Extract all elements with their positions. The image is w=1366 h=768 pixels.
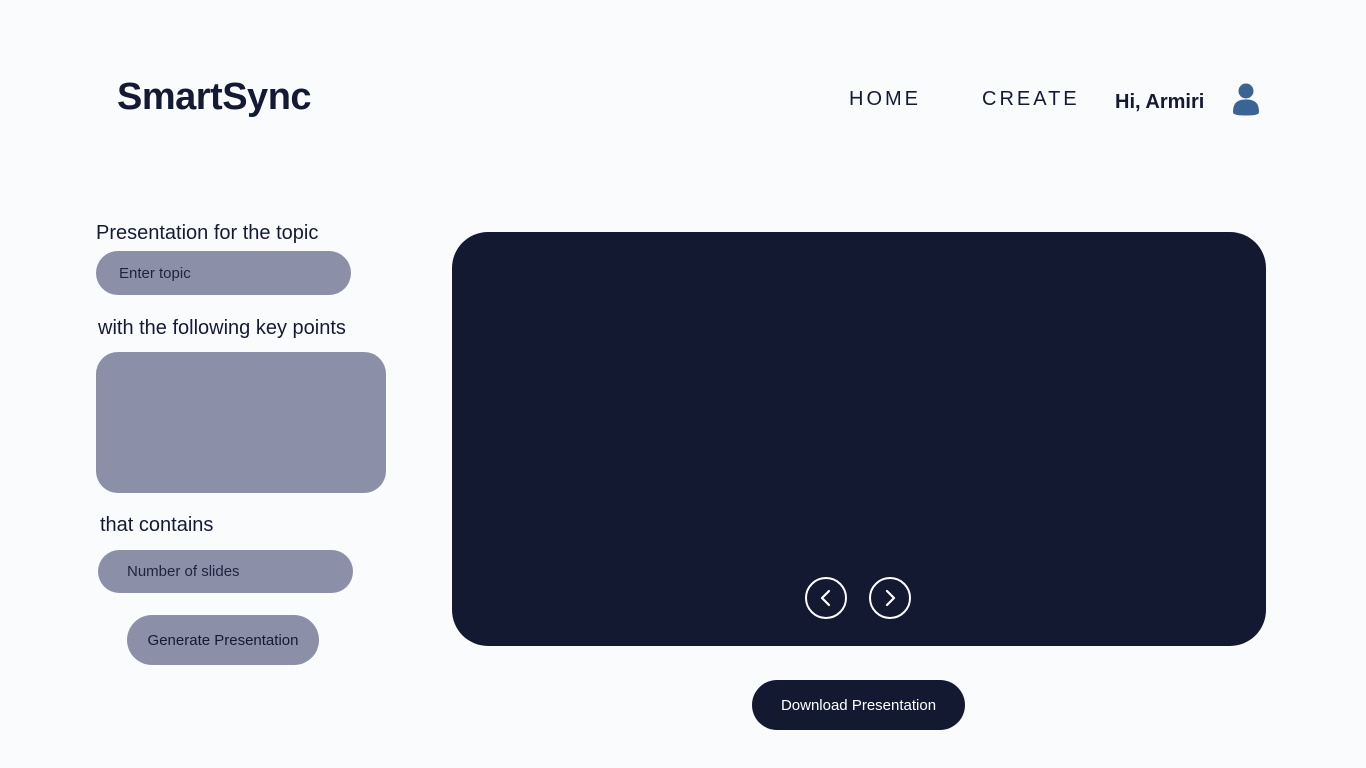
topic-input[interactable] (96, 251, 351, 295)
download-presentation-button[interactable]: Download Presentation (752, 680, 965, 730)
slides-count-input[interactable] (98, 550, 353, 593)
app-logo: SmartSync (117, 76, 312, 118)
generate-presentation-button[interactable]: Generate Presentation (127, 615, 319, 665)
chevron-left-icon (820, 589, 831, 607)
next-slide-button[interactable] (869, 577, 911, 619)
topic-label: Presentation for the topic (96, 222, 319, 244)
previous-slide-button[interactable] (805, 577, 847, 619)
user-icon-graphic (1233, 83, 1259, 116)
page: SmartSync HOME CREATE Hi, Armiri Present… (0, 0, 1366, 768)
nav-home-link[interactable]: HOME (849, 88, 921, 111)
nav-create-link[interactable]: CREATE (982, 88, 1080, 111)
chevron-right-icon (885, 589, 896, 607)
user-greeting: Hi, Armiri (1115, 91, 1205, 113)
keypoints-label: with the following key points (98, 317, 346, 339)
keypoints-textarea[interactable] (96, 352, 386, 493)
slides-label: that contains (100, 514, 214, 536)
user-icon[interactable] (1230, 82, 1262, 116)
slide-preview-panel (452, 232, 1266, 646)
